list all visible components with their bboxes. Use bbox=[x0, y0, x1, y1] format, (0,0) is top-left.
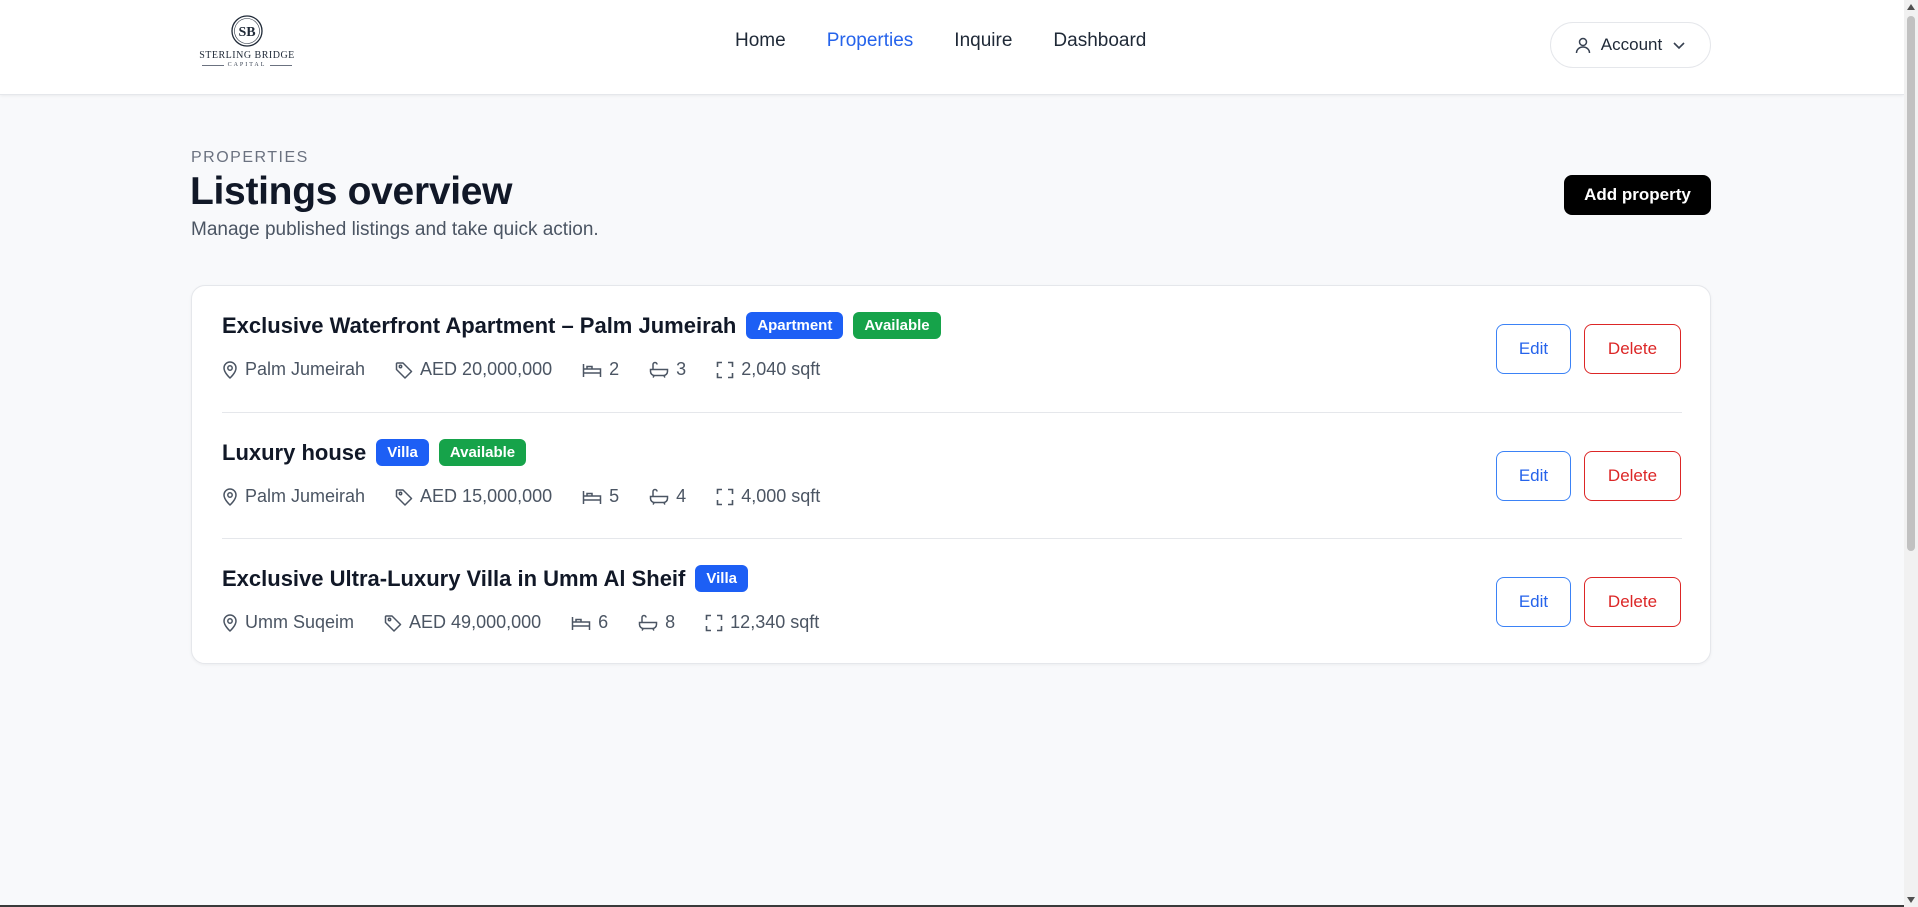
bedrooms: 2 bbox=[582, 359, 619, 380]
price-tag-icon bbox=[384, 614, 402, 632]
bath-icon bbox=[649, 361, 669, 378]
bed-icon bbox=[582, 490, 602, 504]
listing-meta: Umm Suqeim AED 49,000,000 6 8 12,340 sqf… bbox=[222, 612, 819, 633]
price-tag-icon bbox=[395, 361, 413, 379]
bathrooms: 4 bbox=[649, 486, 686, 507]
add-property-button[interactable]: Add property bbox=[1564, 175, 1711, 215]
brand-name: STERLING BRIDGE bbox=[199, 50, 295, 61]
area-icon bbox=[705, 614, 723, 631]
brand-sub: CAPITAL bbox=[202, 62, 293, 68]
vertical-scrollbar[interactable] bbox=[1904, 0, 1918, 907]
nav-dashboard[interactable]: Dashboard bbox=[1053, 30, 1146, 52]
bathrooms: 3 bbox=[649, 359, 686, 380]
edit-button[interactable]: Edit bbox=[1496, 451, 1571, 501]
bathrooms: 8 bbox=[638, 612, 675, 633]
delete-button[interactable]: Delete bbox=[1584, 451, 1681, 501]
account-label: Account bbox=[1600, 35, 1663, 54]
nav-home[interactable]: Home bbox=[735, 30, 786, 52]
listing-meta: Palm Jumeirah AED 15,000,000 5 4 4,000 s… bbox=[222, 486, 820, 507]
location: Palm Jumeirah bbox=[222, 486, 365, 507]
area-icon bbox=[716, 361, 734, 378]
page-title: Listings overview bbox=[190, 170, 513, 213]
bed-icon bbox=[571, 616, 591, 630]
type-badge: Apartment bbox=[746, 312, 844, 339]
delete-button[interactable]: Delete bbox=[1584, 324, 1681, 374]
type-badge: Villa bbox=[376, 439, 429, 466]
user-icon bbox=[1575, 37, 1591, 54]
bedrooms: 5 bbox=[582, 486, 619, 507]
nav-properties[interactable]: Properties bbox=[827, 30, 914, 52]
map-pin-icon bbox=[223, 360, 237, 379]
listing-title[interactable]: Exclusive Waterfront Apartment – Palm Ju… bbox=[222, 313, 736, 339]
area: 4,000 sqft bbox=[716, 486, 820, 507]
monogram-icon: SB bbox=[231, 15, 263, 47]
listing-title[interactable]: Luxury house bbox=[222, 440, 366, 466]
edit-button[interactable]: Edit bbox=[1496, 324, 1571, 374]
edit-button[interactable]: Edit bbox=[1496, 577, 1571, 627]
location: Palm Jumeirah bbox=[222, 359, 365, 380]
listing-title[interactable]: Exclusive Ultra-Luxury Villa in Umm Al S… bbox=[222, 566, 685, 592]
price: AED 20,000,000 bbox=[395, 359, 552, 380]
bath-icon bbox=[638, 614, 658, 631]
main-nav: Home Properties Inquire Dashboard bbox=[735, 30, 1146, 52]
page-subtitle: Manage published listings and take quick… bbox=[191, 219, 599, 240]
bath-icon bbox=[649, 488, 669, 505]
map-pin-icon bbox=[223, 613, 237, 632]
location: Umm Suqeim bbox=[222, 612, 354, 633]
area: 2,040 sqft bbox=[716, 359, 820, 380]
scroll-down-icon[interactable] bbox=[1907, 897, 1915, 903]
type-badge: Villa bbox=[695, 565, 748, 592]
map-pin-icon bbox=[223, 487, 237, 506]
bedrooms: 6 bbox=[571, 612, 608, 633]
listing-meta: Palm Jumeirah AED 20,000,000 2 3 2,040 s… bbox=[222, 359, 820, 380]
status-badge: Available bbox=[438, 439, 527, 466]
delete-button[interactable]: Delete bbox=[1584, 577, 1681, 627]
scroll-up-icon[interactable] bbox=[1907, 4, 1915, 10]
bed-icon bbox=[582, 363, 602, 377]
top-header: SB STERLING BRIDGE CAPITAL Home Properti… bbox=[0, 0, 1904, 95]
price: AED 49,000,000 bbox=[384, 612, 541, 633]
chevron-down-icon bbox=[1672, 41, 1686, 50]
status-badge: Available bbox=[853, 312, 941, 339]
page-eyebrow: PROPERTIES bbox=[191, 149, 309, 166]
listing-row: Exclusive Ultra-Luxury Villa in Umm Al S… bbox=[222, 538, 1682, 664]
nav-inquire[interactable]: Inquire bbox=[954, 30, 1012, 52]
svg-text:SB: SB bbox=[238, 25, 255, 40]
listings-card: Exclusive Waterfront Apartment – Palm Ju… bbox=[191, 285, 1711, 664]
price-tag-icon bbox=[395, 488, 413, 506]
area: 12,340 sqft bbox=[705, 612, 819, 633]
account-button[interactable]: Account bbox=[1550, 22, 1711, 68]
area-icon bbox=[716, 488, 734, 505]
price: AED 15,000,000 bbox=[395, 486, 552, 507]
listing-row: Exclusive Waterfront Apartment – Palm Ju… bbox=[222, 286, 1682, 412]
brand-logo[interactable]: SB STERLING BRIDGE CAPITAL bbox=[195, 14, 299, 74]
listing-row: Luxury house Villa Available Palm Jumeir… bbox=[222, 412, 1682, 538]
scrollbar-thumb[interactable] bbox=[1907, 16, 1915, 551]
